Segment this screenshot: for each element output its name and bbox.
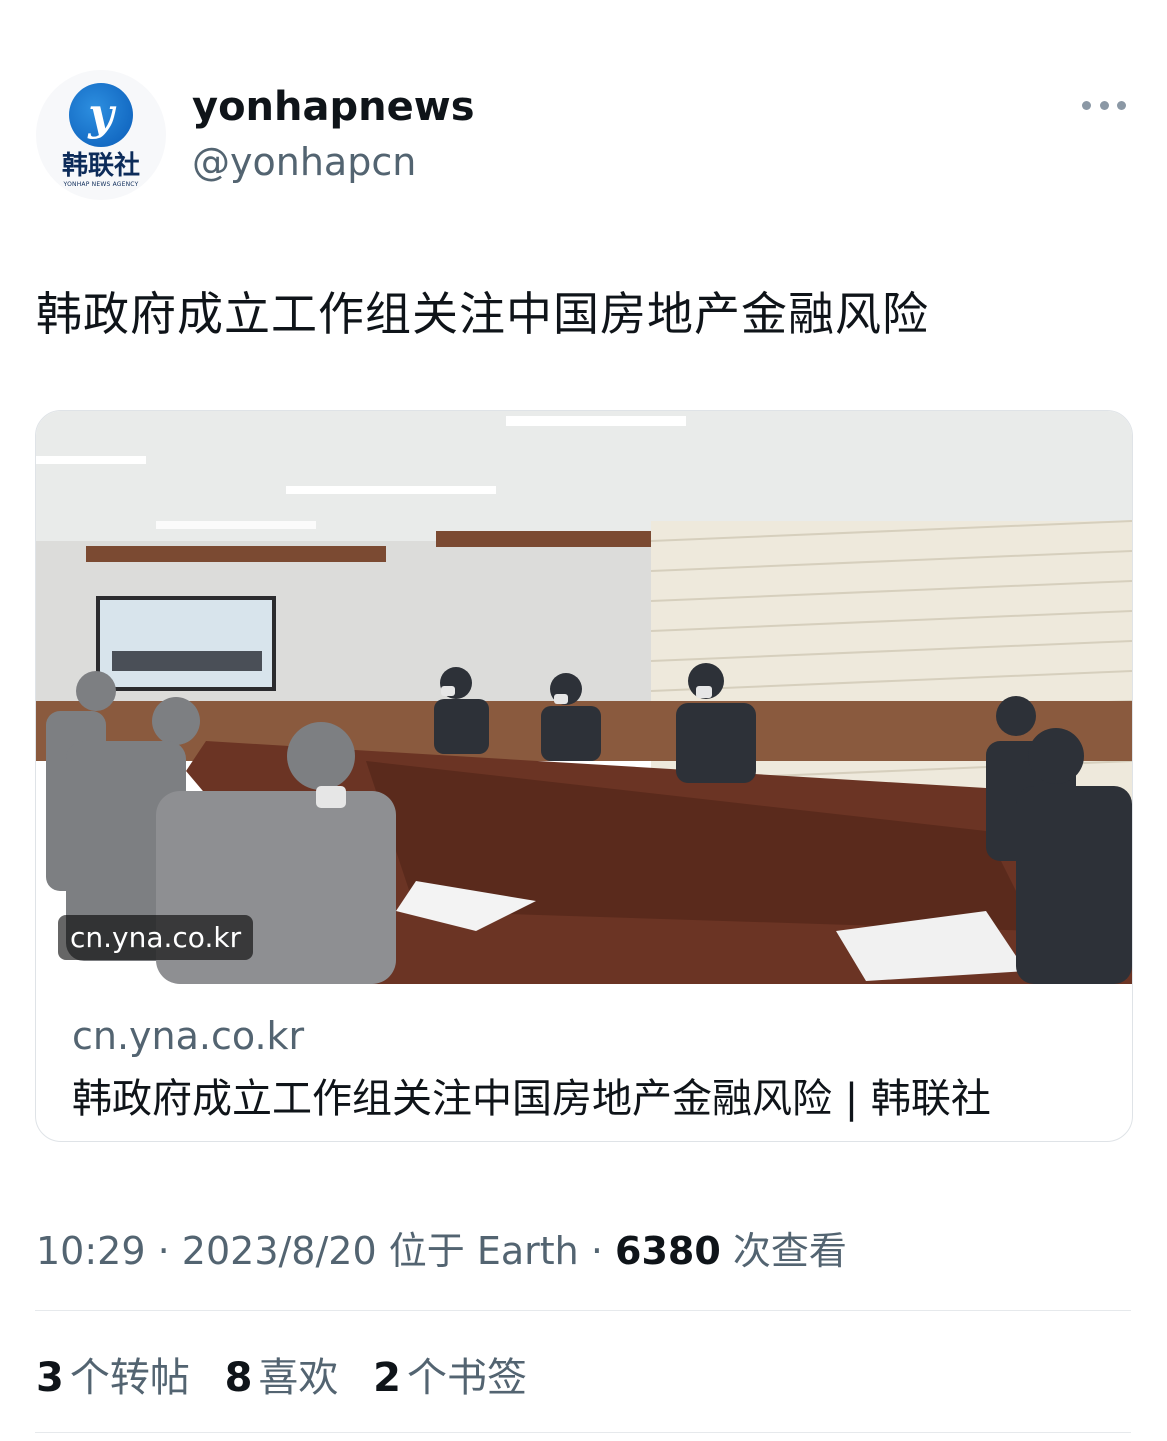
reposts-count: 3 [36, 1355, 64, 1401]
tweet-meta: 10:29 · 2023/8/20 位于 Earth · 6380 次查看 [36, 1220, 847, 1275]
bookmarks-stat[interactable]: 2 个书签 [373, 1345, 527, 1403]
yonhap-logo-icon: y [69, 82, 133, 147]
author-handle[interactable]: @yonhapcn [192, 140, 416, 184]
card-title[interactable]: 韩政府成立工作组关注中国房地产金融风险 | 韩联社 [72, 1066, 991, 1124]
dot [1082, 100, 1091, 110]
meeting-room-photo [36, 411, 1132, 984]
views-label: 次查看 [732, 1229, 847, 1273]
bookmarks-count: 2 [373, 1355, 401, 1401]
separator: · [157, 1229, 170, 1273]
author-display-name[interactable]: yonhapnews [192, 84, 475, 130]
link-card[interactable]: cn.yna.co.kr cn.yna.co.kr 韩政府成立工作组关注中国房地… [35, 410, 1133, 1142]
tweet-detail: y 韩联社 YONHAP NEWS AGENCY yonhapnews @yon… [0, 0, 1167, 1441]
card-domain[interactable]: cn.yna.co.kr [72, 1014, 304, 1058]
engagement-stats: 3 个转帖 8 喜欢 2 个书签 [36, 1345, 549, 1403]
separator: · [590, 1229, 603, 1273]
likes-label: 喜欢 [258, 1355, 339, 1401]
likes-count: 8 [224, 1355, 253, 1401]
more-options-icon[interactable] [1082, 90, 1126, 120]
likes-stat[interactable]: 8 喜欢 [225, 1345, 339, 1403]
location: Earth [476, 1229, 579, 1273]
dot [1099, 100, 1109, 110]
avatar-label: 韩联社 [61, 150, 140, 181]
dot [1117, 100, 1126, 110]
tweet-date[interactable]: 2023/8/20 [182, 1229, 377, 1273]
divider [35, 1432, 1131, 1433]
avatar-sublabel: YONHAP NEWS AGENCY [63, 180, 139, 188]
views-count: 6380 [615, 1229, 721, 1273]
location-prefix: 位于 [388, 1229, 465, 1273]
avatar[interactable]: y 韩联社 YONHAP NEWS AGENCY [36, 70, 166, 200]
image-domain-badge: cn.yna.co.kr [58, 915, 254, 960]
tweet-text: 韩政府成立工作组关注中国房地产金融风险 [36, 287, 929, 341]
reposts-stat[interactable]: 3 个转帖 [36, 1345, 190, 1403]
bookmarks-label: 个书签 [406, 1355, 527, 1401]
divider [35, 1310, 1131, 1311]
tweet-time[interactable]: 10:29 [36, 1229, 146, 1273]
reposts-label: 个转帖 [69, 1355, 190, 1401]
card-image[interactable]: cn.yna.co.kr [36, 411, 1132, 984]
